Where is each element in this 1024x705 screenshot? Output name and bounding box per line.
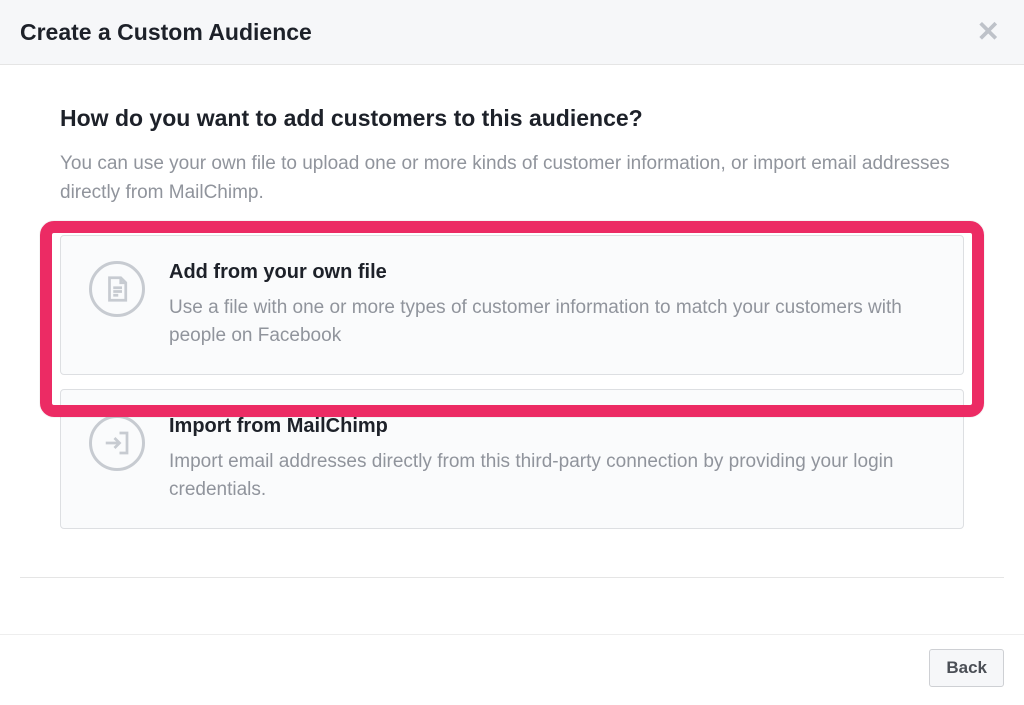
- options-container: Add from your own file Use a file with o…: [60, 235, 964, 529]
- dialog-title: Create a Custom Audience: [20, 19, 312, 46]
- back-button[interactable]: Back: [929, 649, 1004, 687]
- option-text: Import from MailChimp Import email addre…: [169, 415, 935, 503]
- footer-divider: [20, 577, 1004, 578]
- section-title: How do you want to add customers to this…: [60, 105, 964, 132]
- import-icon: [89, 415, 145, 471]
- option-description: Use a file with one or more types of cus…: [169, 294, 935, 349]
- dialog-body: How do you want to add customers to this…: [0, 65, 1024, 549]
- option-add-from-file[interactable]: Add from your own file Use a file with o…: [60, 235, 964, 375]
- close-button[interactable]: ✕: [973, 18, 1004, 46]
- close-icon: ✕: [977, 16, 1000, 47]
- option-description: Import email addresses directly from thi…: [169, 448, 935, 503]
- dialog-header: Create a Custom Audience ✕: [0, 0, 1024, 65]
- option-text: Add from your own file Use a file with o…: [169, 261, 935, 349]
- option-title: Add from your own file: [169, 261, 935, 284]
- file-icon: [89, 261, 145, 317]
- option-import-mailchimp[interactable]: Import from MailChimp Import email addre…: [60, 389, 964, 529]
- option-title: Import from MailChimp: [169, 415, 935, 438]
- dialog-footer: Back: [0, 634, 1024, 705]
- section-description: You can use your own file to upload one …: [60, 150, 964, 207]
